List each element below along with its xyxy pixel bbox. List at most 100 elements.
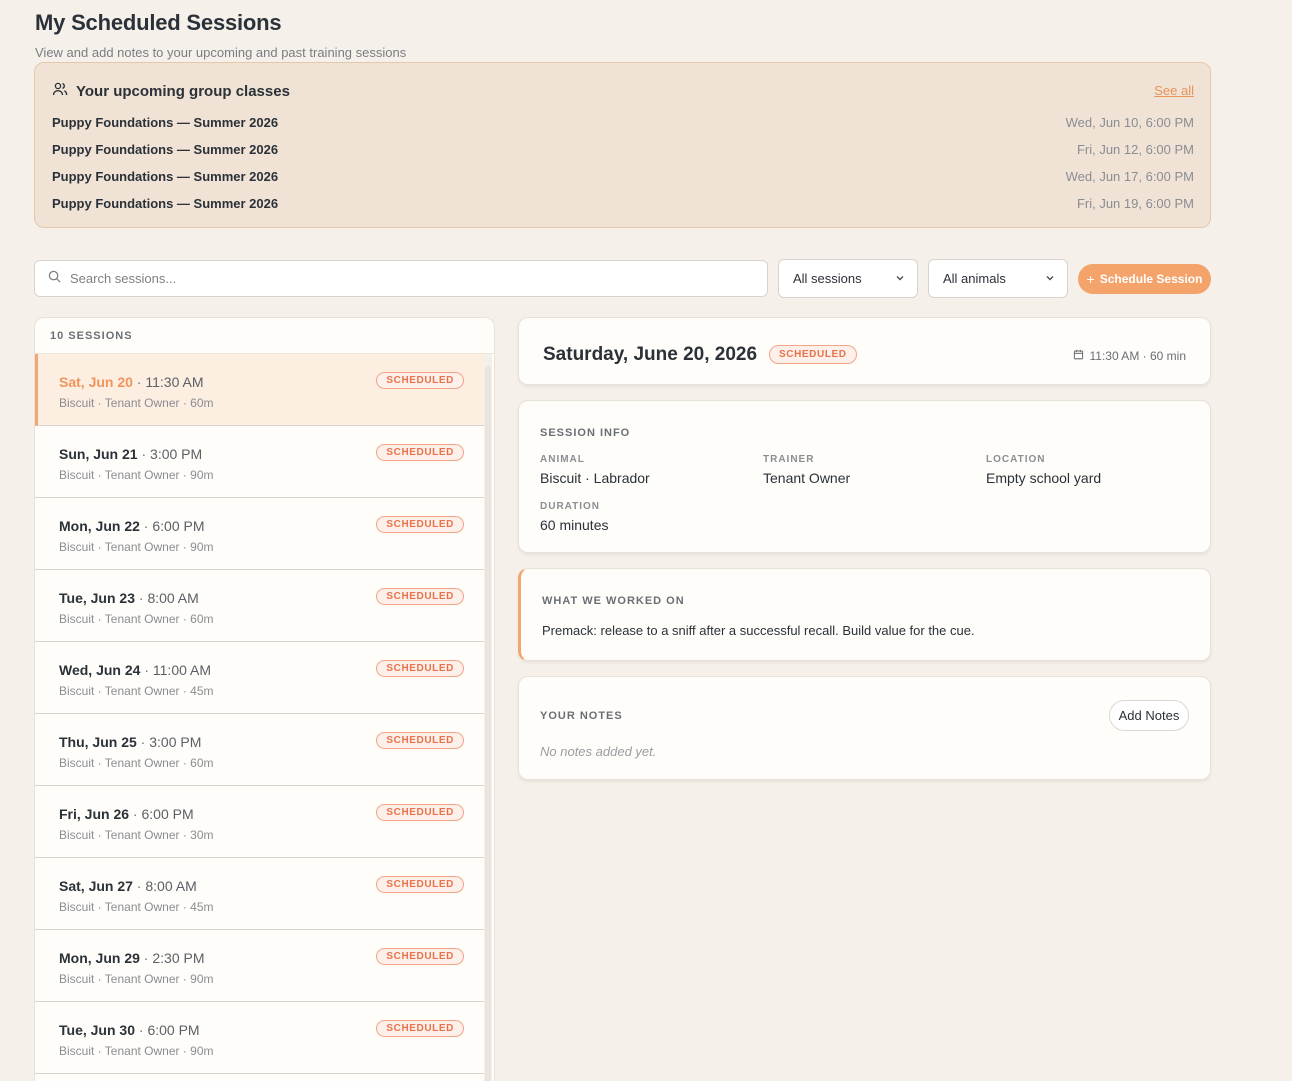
group-classes-panel: Your upcoming group classes See all Pupp…: [34, 62, 1211, 228]
animal-filter-select[interactable]: All animals: [928, 259, 1068, 298]
session-item[interactable]: Tue, Jun 23 · 8:00 AM Biscuit · Tenant O…: [35, 570, 484, 642]
session-item[interactable]: Fri, Jun 26 · 6:00 PM Biscuit · Tenant O…: [35, 786, 484, 858]
animal-filter-value: All animals: [943, 271, 1006, 286]
status-badge: SCHEDULED: [376, 948, 464, 965]
session-time: 6:00 PM: [152, 518, 205, 534]
page-header: My Scheduled Sessions View and add notes…: [35, 10, 406, 60]
search-box: [34, 260, 768, 297]
group-class-row[interactable]: Puppy Foundations — Summer 2026 Fri, Jun…: [52, 136, 1194, 163]
session-meta: Biscuit · Tenant Owner · 90m: [59, 1044, 214, 1058]
session-detail-header: Saturday, June 20, 2026 SCHEDULED 11:30 …: [518, 317, 1211, 385]
session-time: 8:00 AM: [147, 590, 199, 606]
page-title: My Scheduled Sessions: [35, 10, 282, 35]
notes-card: YOUR NOTES Add Notes No notes added yet.: [518, 676, 1211, 780]
status-badge: SCHEDULED: [376, 588, 464, 605]
group-class-row[interactable]: Puppy Foundations — Summer 2026 Wed, Jun…: [52, 109, 1194, 136]
session-time: 6:00 PM: [141, 806, 194, 822]
animal-field: ANIMAL Biscuit · Labrador: [540, 454, 650, 486]
page-subtitle: View and add notes to your upcoming and …: [35, 45, 407, 60]
session-meta: Biscuit · Tenant Owner · 60m: [59, 612, 214, 626]
detail-status-badge: SCHEDULED: [769, 345, 857, 364]
group-class-datetime: Wed, Jun 17, 6:00 PM: [1065, 169, 1194, 184]
status-badge: SCHEDULED: [376, 1020, 464, 1037]
group-class-row[interactable]: Puppy Foundations — Summer 2026 Fri, Jun…: [52, 190, 1194, 217]
session-meta: Biscuit · Tenant Owner · 45m: [59, 684, 214, 698]
status-badge: SCHEDULED: [376, 732, 464, 749]
status-badge: SCHEDULED: [376, 444, 464, 461]
chevron-down-icon: [1045, 271, 1055, 286]
status-badge: SCHEDULED: [376, 372, 464, 389]
session-item[interactable]: Sat, Jun 20 · 11:30 AM Biscuit · Tenant …: [35, 354, 484, 426]
plus-icon: +: [1086, 271, 1095, 287]
session-time: 6:00 PM: [147, 1022, 200, 1038]
no-notes-text: No notes added yet.: [540, 744, 657, 759]
session-meta: Biscuit · Tenant Owner · 90m: [59, 468, 214, 482]
session-item[interactable]: Sat, Jun 27 · 8:00 AM Biscuit · Tenant O…: [35, 858, 484, 930]
status-badge: SCHEDULED: [376, 516, 464, 533]
detail-title: Saturday, June 20, 2026: [543, 344, 758, 365]
search-icon: [48, 270, 61, 288]
session-date: Mon, Jun 22: [59, 518, 140, 534]
schedule-session-button[interactable]: + Schedule Session: [1078, 264, 1211, 294]
detail-time-text: 11:30 AM · 60 min: [1089, 349, 1187, 363]
session-date: Tue, Jun 30: [59, 1022, 135, 1038]
worked-on-text: Premack: release to a sniff after a succ…: [542, 623, 975, 638]
session-time: 11:30 AM: [145, 374, 204, 390]
session-meta: Biscuit · Tenant Owner · 30m: [59, 828, 214, 842]
worked-on-label: WHAT WE WORKED ON: [542, 595, 685, 607]
duration-field: DURATION 60 minutes: [540, 501, 608, 533]
group-classes-list: Puppy Foundations — Summer 2026 Wed, Jun…: [52, 109, 1194, 217]
location-label: LOCATION: [986, 454, 1046, 465]
session-date: Wed, Jun 24: [59, 662, 141, 678]
users-icon: [52, 81, 68, 102]
trainer-field: TRAINER Tenant Owner: [763, 454, 850, 486]
animal-value: Biscuit · Labrador: [540, 470, 650, 486]
trainer-label: TRAINER: [763, 454, 815, 465]
session-item[interactable]: Tue, Jun 30 · 6:00 PM Biscuit · Tenant O…: [35, 1002, 484, 1074]
session-list: 10 SESSIONS Sat, Jun 20 · 11:30 AM Biscu…: [34, 317, 495, 1081]
group-class-name: Puppy Foundations — Summer 2026: [52, 142, 279, 157]
session-info-label: SESSION INFO: [540, 427, 631, 439]
session-time: 8:00 AM: [145, 878, 197, 894]
session-filter-value: All sessions: [793, 271, 862, 286]
search-input[interactable]: [70, 271, 720, 286]
session-date: Sat, Jun 27: [59, 878, 133, 894]
status-badge: SCHEDULED: [376, 660, 464, 677]
group-classes-title: Your upcoming group classes: [76, 83, 290, 100]
add-notes-button[interactable]: Add Notes: [1109, 700, 1189, 731]
group-class-row[interactable]: Puppy Foundations — Summer 2026 Wed, Jun…: [52, 163, 1194, 190]
session-item[interactable]: Sun, Jun 21 · 3:00 PM Biscuit · Tenant O…: [35, 426, 484, 498]
see-all-link[interactable]: See all: [1154, 83, 1194, 98]
session-count: 10 SESSIONS: [35, 318, 494, 354]
session-item[interactable]: Mon, Jun 22 · 6:00 PM Biscuit · Tenant O…: [35, 498, 484, 570]
group-class-name: Puppy Foundations — Summer 2026: [52, 196, 279, 211]
session-list-items: Sat, Jun 20 · 11:30 AM Biscuit · Tenant …: [35, 354, 484, 1074]
group-class-datetime: Fri, Jun 19, 6:00 PM: [1076, 196, 1194, 211]
calendar-icon: [1073, 349, 1084, 363]
session-time: 3:00 PM: [149, 734, 202, 750]
session-item[interactable]: Mon, Jun 29 · 2:30 PM Biscuit · Tenant O…: [35, 930, 484, 1002]
list-scrollbar-thumb[interactable]: [485, 366, 491, 1081]
schedule-session-label: Schedule Session: [1099, 272, 1203, 286]
session-time: 2:30 PM: [152, 950, 205, 966]
location-value: Empty school yard: [986, 470, 1102, 486]
group-classes-header: Your upcoming group classes: [52, 81, 290, 102]
session-filter-select[interactable]: All sessions: [778, 259, 918, 298]
session-time: 11:00 AM: [152, 662, 212, 678]
group-class-name: Puppy Foundations — Summer 2026: [52, 169, 279, 184]
worked-on-card: WHAT WE WORKED ON Premack: release to a …: [518, 568, 1211, 661]
trainer-value: Tenant Owner: [763, 470, 851, 486]
session-meta: Biscuit · Tenant Owner · 60m: [59, 396, 214, 410]
animal-label: ANIMAL: [540, 454, 585, 465]
session-item[interactable]: Thu, Jun 25 · 3:00 PM Biscuit · Tenant O…: [35, 714, 484, 786]
chevron-down-icon: [895, 271, 905, 286]
session-meta: Biscuit · Tenant Owner · 90m: [59, 972, 214, 986]
session-date: Sat, Jun 20: [59, 374, 133, 390]
session-date: Thu, Jun 25: [59, 734, 137, 750]
session-date: Mon, Jun 29: [59, 950, 140, 966]
status-badge: SCHEDULED: [376, 876, 464, 893]
session-meta: Biscuit · Tenant Owner · 60m: [59, 756, 214, 770]
session-date: Fri, Jun 26: [59, 806, 130, 822]
session-item[interactable]: Wed, Jun 24 · 11:00 AM Biscuit · Tenant …: [35, 642, 484, 714]
duration-value: 60 minutes: [540, 517, 609, 533]
